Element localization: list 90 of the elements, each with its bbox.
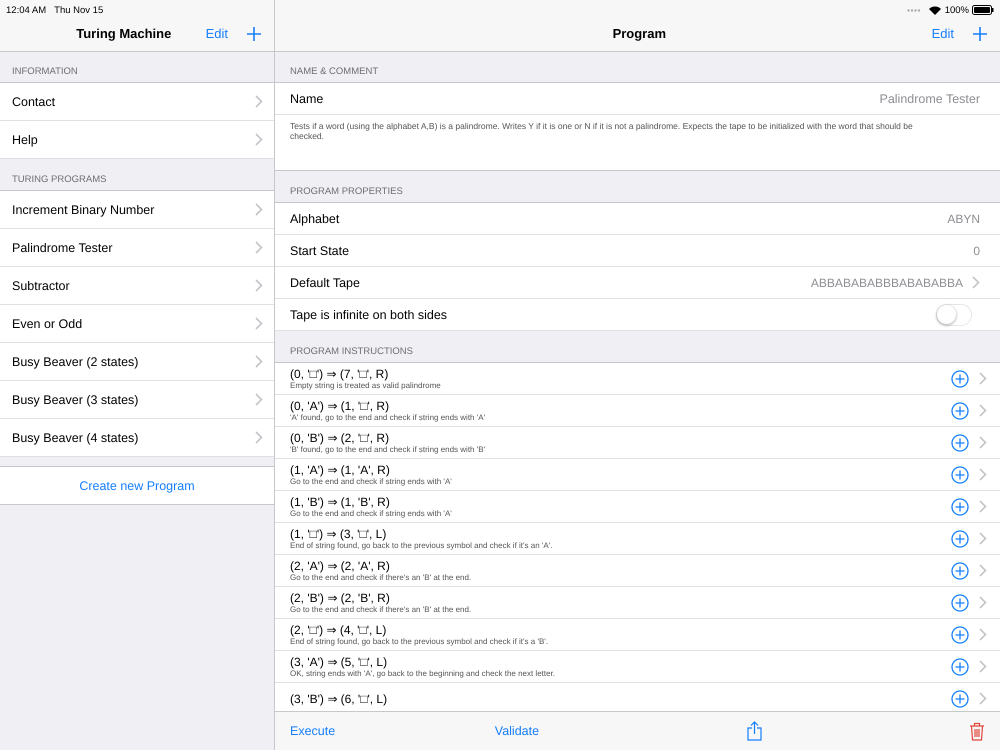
- chevron-icon: [255, 203, 263, 216]
- program-comment: Tests if a word (using the alphabet A,B) is a palindrome. Writes Y if it is one or N if it is not a palindrome. Expects the tape to be initialized with the word that should be checked.: [290, 121, 914, 141]
- battery-icon: [972, 5, 994, 15]
- property-value: 0: [973, 244, 980, 258]
- add-icon[interactable]: [972, 26, 988, 42]
- chevron-icon: [255, 133, 263, 146]
- instruction-rule: (0, 'B') ⇒ (2, '□', R): [290, 430, 390, 444]
- battery-percent: 100%: [944, 4, 969, 16]
- list-item[interactable]: Busy Beaver (2 states): [0, 343, 274, 381]
- instruction-rule: (3, 'A') ⇒ (5, '□', L): [290, 654, 388, 668]
- list-item[interactable]: Subtractor: [0, 267, 274, 305]
- list-item[interactable]: Increment Binary Number: [0, 191, 274, 229]
- add-circle-icon[interactable]: [951, 402, 969, 420]
- add-icon[interactable]: [246, 26, 262, 42]
- instruction-rule: (2, '□') ⇒ (4, '□', L): [290, 622, 388, 636]
- chevron-icon: [979, 436, 987, 449]
- status-time: 12:04 AM: [6, 4, 46, 16]
- chevron-icon: [979, 500, 987, 513]
- add-circle-icon[interactable]: [951, 690, 969, 708]
- trash-icon[interactable]: [969, 722, 985, 740]
- list-item[interactable]: Help: [0, 121, 274, 159]
- list-item[interactable]: Even or Odd: [0, 305, 274, 343]
- instruction-comment: 'A' found, go to the end and check if string ends with 'A': [290, 412, 486, 422]
- property-label: Alphabet: [290, 212, 340, 226]
- sidebar-title: Turing Machine: [75, 26, 172, 41]
- chevron-icon: [979, 468, 987, 481]
- chevron-icon: [979, 372, 987, 385]
- add-circle-icon[interactable]: [951, 626, 969, 644]
- execute-button[interactable]: Execute: [290, 724, 336, 738]
- instruction-comment: Go to the end and check if there's an 'B' at the end.: [290, 604, 472, 614]
- chevron-icon: [979, 692, 987, 705]
- add-circle-icon[interactable]: [951, 658, 969, 676]
- instruction-comment: Empty string is treated as valid palindrome: [290, 380, 442, 390]
- chevron-icon: [979, 564, 987, 577]
- chevron-icon: [255, 95, 263, 108]
- instruction-comment: Go to the end and check if string ends with 'A': [290, 476, 453, 486]
- chevron-icon: [255, 393, 263, 406]
- chevron-icon: [255, 317, 263, 330]
- instruction-rule: (1, 'A') ⇒ (1, 'A', R): [290, 462, 391, 476]
- property-value: ABBABABABBBABABABBA: [810, 276, 963, 290]
- instruction-rule: (0, 'A') ⇒ (1, '□', R): [290, 398, 390, 412]
- chevron-icon: [255, 431, 263, 444]
- share-icon[interactable]: [746, 721, 762, 741]
- add-circle-icon[interactable]: [951, 370, 969, 388]
- list-item[interactable]: Busy Beaver (4 states): [0, 419, 274, 457]
- property-label: Start State: [290, 244, 350, 258]
- detail-title: Program: [612, 26, 668, 41]
- chevron-icon: [979, 532, 987, 545]
- property-label: Name: [290, 92, 324, 106]
- create-program-button[interactable]: Create new Program: [79, 478, 195, 492]
- add-circle-icon[interactable]: [951, 434, 969, 452]
- name-value: Palindrome Tester: [879, 92, 980, 106]
- list-item[interactable]: Contact: [0, 83, 274, 121]
- chevron-icon: [979, 660, 987, 673]
- chevron-icon: [255, 355, 263, 368]
- edit-button[interactable]: Edit: [206, 26, 228, 41]
- list-item[interactable]: Palindrome Tester: [0, 229, 274, 267]
- instruction-comment: Go to the end and check if there's an 'B' at the end.: [290, 572, 472, 582]
- property-value: ABYN: [947, 212, 980, 226]
- chevron-icon: [255, 279, 263, 292]
- add-circle-icon[interactable]: [951, 530, 969, 548]
- status-date: Thu Nov 15: [54, 4, 104, 16]
- instruction-comment: End of string found, go back to the previous symbol and check if it's a 'B'.: [290, 636, 550, 646]
- add-circle-icon[interactable]: [951, 466, 969, 484]
- edit-button[interactable]: Edit: [932, 26, 954, 41]
- property-label: Tape is infinite on both sides: [290, 308, 448, 322]
- instruction-rule: (3, 'B') ⇒ (6, '□', L): [290, 692, 388, 706]
- instruction-rule: (2, 'B') ⇒ (2, 'B', R): [290, 590, 391, 604]
- instruction-rule: (1, 'B') ⇒ (1, 'B', R): [290, 494, 391, 508]
- instruction-rule: (2, 'A') ⇒ (2, 'A', R): [290, 558, 391, 572]
- instruction-comment: End of string found, go back to the previous symbol and check if it's an 'A'.: [290, 540, 554, 550]
- instruction-comment: OK, string ends with 'A', go back to the beginning and check the next letter.: [290, 668, 556, 678]
- instruction-rule: (0, '□') ⇒ (7, '□', R): [290, 366, 390, 380]
- instruction-comment: 'B' found, go to the end and check if string ends with 'B': [290, 444, 486, 454]
- instruction-comment: Go to the end and check if string ends with 'A': [290, 508, 453, 518]
- add-circle-icon[interactable]: [951, 562, 969, 580]
- chevron-icon: [979, 404, 987, 417]
- signal-icon: [906, 8, 921, 12]
- instruction-rule: (1, '□') ⇒ (3, '□', L): [290, 526, 388, 540]
- chevron-icon: [972, 276, 980, 289]
- add-circle-icon[interactable]: [951, 498, 969, 516]
- chevron-icon: [979, 628, 987, 641]
- chevron-icon: [255, 241, 263, 254]
- property-label: Default Tape: [290, 276, 361, 290]
- toggle-switch[interactable]: [936, 304, 972, 326]
- add-circle-icon[interactable]: [951, 594, 969, 612]
- chevron-icon: [979, 596, 987, 609]
- list-item[interactable]: Busy Beaver (3 states): [0, 381, 274, 419]
- wifi-icon: [928, 6, 941, 14]
- validate-button[interactable]: Validate: [494, 724, 540, 738]
